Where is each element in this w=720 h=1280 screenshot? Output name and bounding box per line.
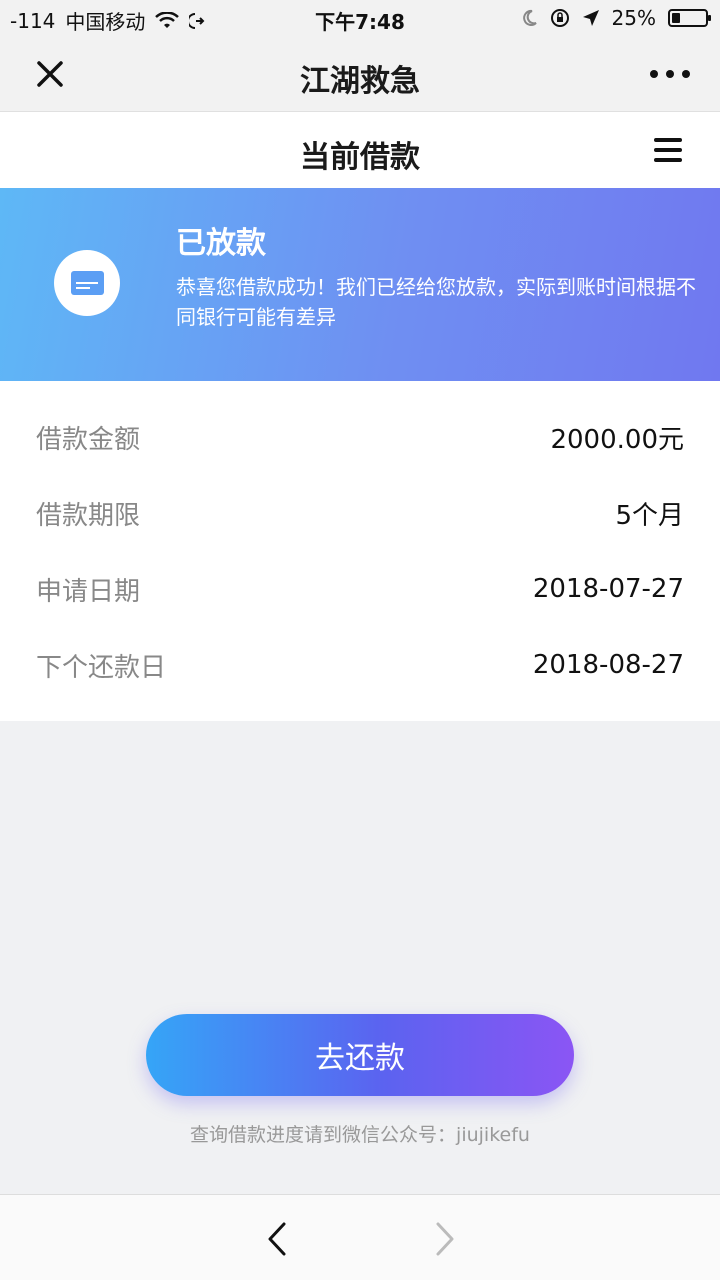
chevron-right-icon[interactable]	[430, 1219, 460, 1259]
section-title: 当前借款	[300, 140, 420, 175]
detail-label: 申请日期	[36, 576, 141, 607]
detail-row-next-repayment: 下个还款日 2018-08-27	[0, 627, 720, 703]
loan-status: 已放款	[176, 226, 266, 261]
detail-value: 2018-08-27	[532, 650, 684, 680]
loan-status-message: 恭喜您借款成功！我们已经给您放款，实际到账时间根据不同银行可能有差异	[176, 275, 696, 329]
detail-value: 5个月	[615, 500, 684, 531]
page-title: 江湖救急	[300, 64, 420, 99]
repay-button[interactable]: 去还款	[146, 1014, 574, 1096]
detail-label: 借款期限	[36, 500, 141, 531]
detail-value: 2018-07-27	[532, 574, 684, 604]
detail-value: 2000.00元	[550, 424, 684, 455]
chevron-left-icon[interactable]	[262, 1219, 292, 1259]
status-bar: -114 中国移动 下午7:48 25%	[0, 0, 720, 36]
section-header: 当前借款	[0, 112, 720, 188]
browser-bottom-bar	[0, 1194, 720, 1280]
rotation-lock-icon	[550, 9, 569, 27]
loan-details: 借款金额 2000.00元 借款期限 5个月 申请日期 2018-07-27 下…	[0, 381, 720, 721]
detail-row-term: 借款期限 5个月	[0, 475, 720, 551]
loan-status-banner: 已放款 恭喜您借款成功！我们已经给您放款，实际到账时间根据不同银行可能有差异	[0, 188, 720, 381]
detail-row-amount: 借款金额 2000.00元	[0, 399, 720, 475]
detail-label: 借款金额	[36, 424, 141, 455]
location-icon	[582, 10, 599, 26]
battery-percentage: 25%	[611, 6, 656, 30]
wechat-hint: 查询借款进度请到微信公众号：jiujikefu	[190, 1124, 530, 1146]
menu-icon[interactable]	[654, 138, 682, 162]
detail-row-apply-date: 申请日期 2018-07-27	[0, 551, 720, 627]
card-icon	[54, 250, 120, 316]
battery-icon	[668, 9, 711, 27]
navigation-bar: 江湖救急	[0, 36, 720, 112]
more-icon[interactable]	[650, 70, 690, 78]
detail-label: 下个还款日	[36, 652, 167, 683]
moon-icon	[522, 9, 537, 26]
